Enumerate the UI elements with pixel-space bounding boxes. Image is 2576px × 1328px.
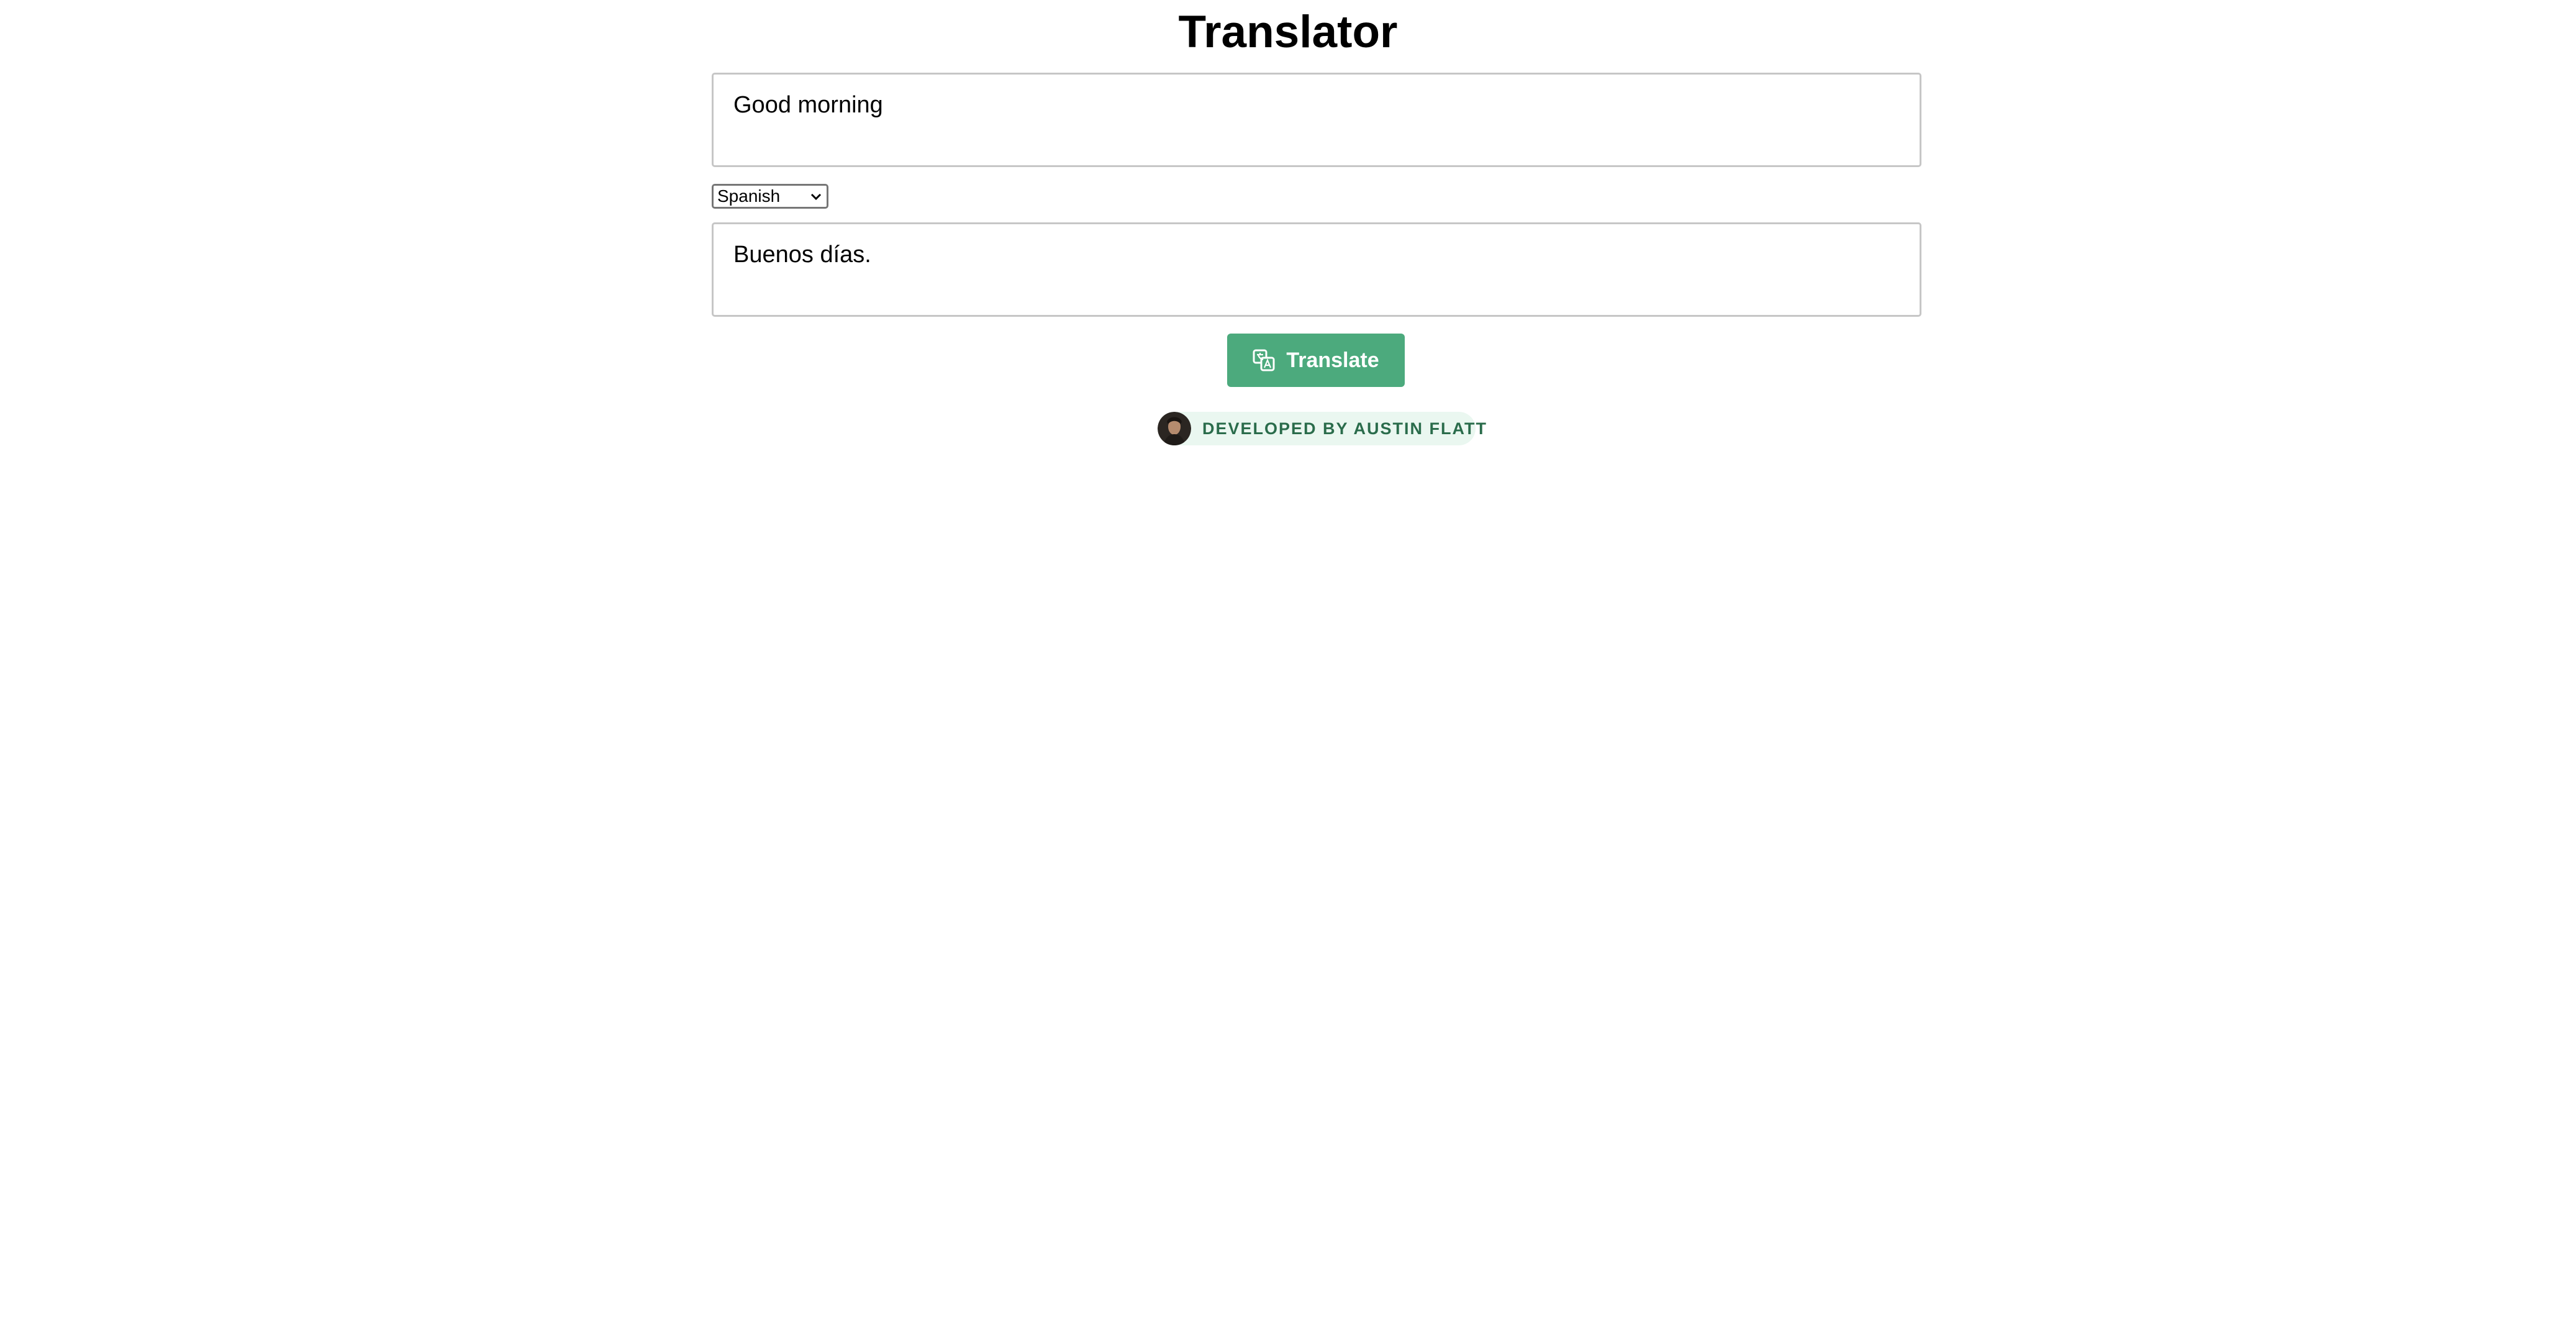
- source-text-input[interactable]: Good morning: [712, 73, 1921, 167]
- language-select[interactable]: Spanish: [712, 184, 828, 209]
- avatar: [1158, 412, 1191, 445]
- language-select-value: Spanish: [717, 186, 781, 206]
- translate-button[interactable]: Translate: [1227, 334, 1405, 387]
- translator-page: Translator Good morning Spanish Buenos d…: [0, 0, 2576, 1328]
- translated-text-output[interactable]: Buenos días.: [712, 222, 1921, 317]
- developer-credit-label: DEVELOPED BY AUSTIN FLATT: [1202, 419, 1488, 438]
- developer-credit[interactable]: DEVELOPED BY AUSTIN FLATT: [1158, 412, 1486, 445]
- chevron-down-icon: [810, 193, 822, 201]
- translate-icon: [1253, 349, 1275, 371]
- page-title: Translator: [1178, 7, 1398, 57]
- translate-button-label: Translate: [1286, 348, 1379, 372]
